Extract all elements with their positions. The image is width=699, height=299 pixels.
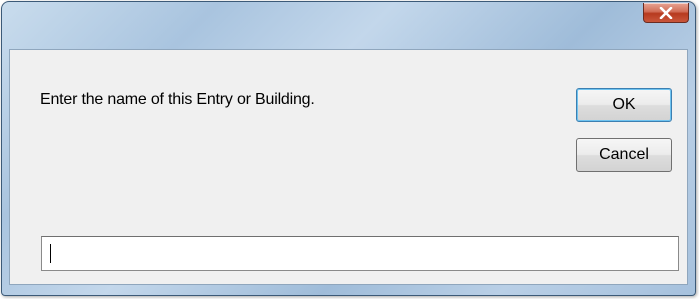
title-bar[interactable] — [2, 2, 695, 48]
name-input[interactable] — [41, 236, 679, 271]
close-icon — [659, 6, 673, 19]
prompt-label: Enter the name of this Entry or Building… — [40, 91, 315, 108]
cancel-button[interactable]: Cancel — [576, 138, 672, 172]
close-button[interactable] — [643, 3, 689, 23]
input-dialog-window: Enter the name of this Entry or Building… — [1, 1, 696, 296]
text-caret — [50, 244, 51, 263]
dialog-client-area: Enter the name of this Entry or Building… — [9, 49, 688, 285]
ok-button[interactable]: OK — [576, 88, 672, 122]
